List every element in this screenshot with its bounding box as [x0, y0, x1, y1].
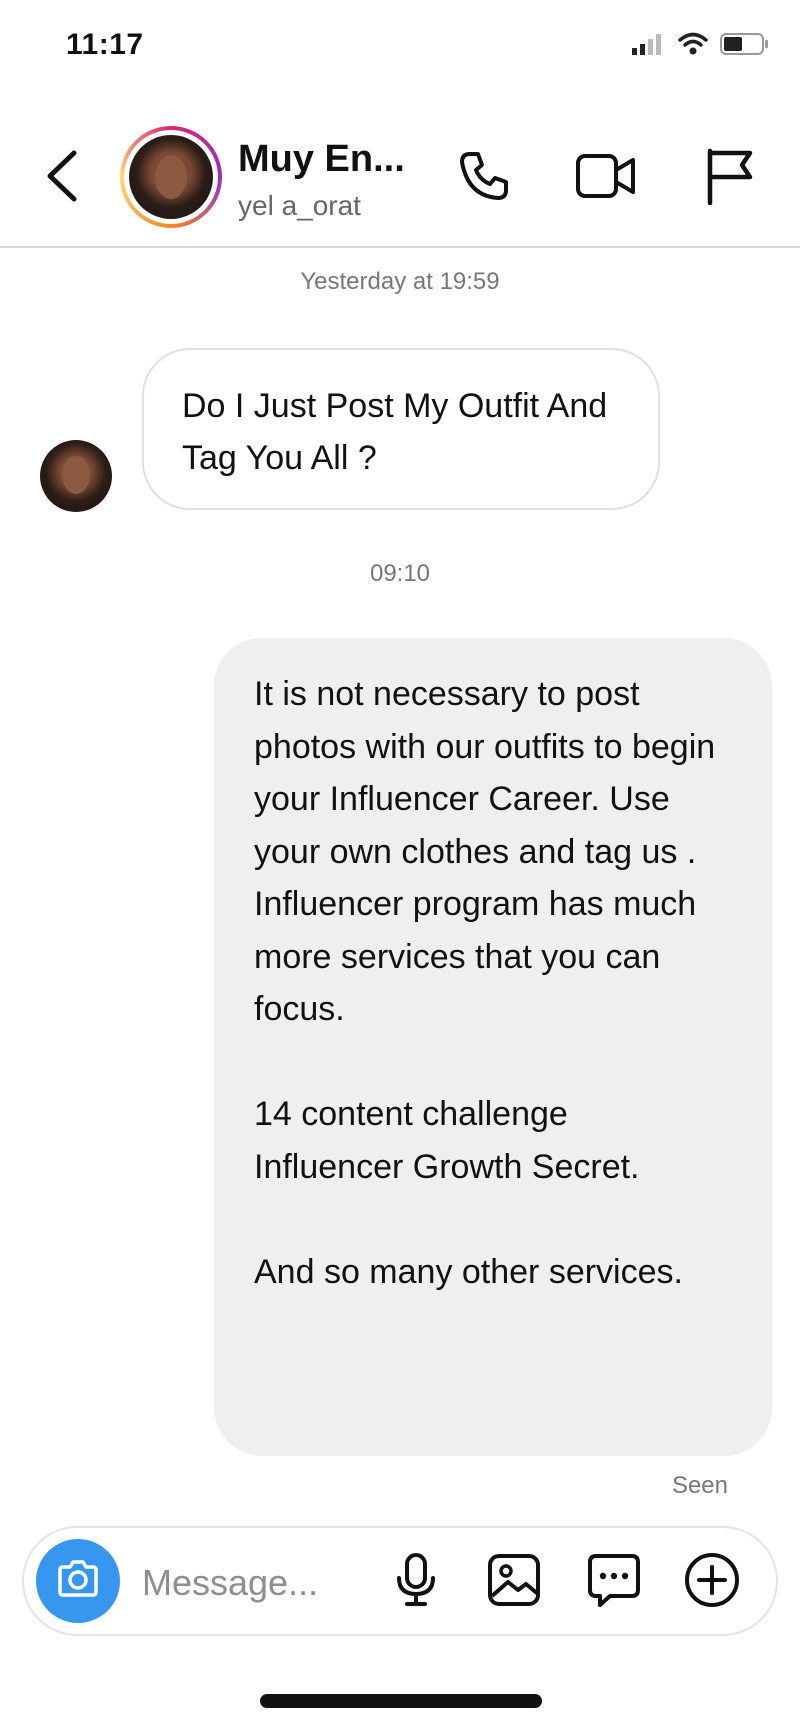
sticker-button[interactable]: [582, 1550, 646, 1614]
avatar-photo: [129, 135, 213, 219]
message-timestamp: Yesterday at 19:59: [300, 268, 500, 295]
video-camera-icon: [575, 150, 637, 207]
battery-icon: [720, 32, 770, 61]
outgoing-message-bubble[interactable]: It is not necessary to post photos with …: [214, 638, 772, 1456]
message-paragraph: 14 content challenge: [254, 1095, 568, 1133]
seen-status: Seen: [671, 1472, 728, 1499]
message-timestamp: 09:10: [369, 560, 431, 587]
contact-username[interactable]: yel a_orat: [238, 190, 361, 222]
message-paragraph: Influencer Growth Secret.: [254, 1147, 640, 1186]
gallery-button[interactable]: [482, 1550, 546, 1614]
chat-header: Muy En... yel a_orat: [0, 110, 800, 248]
flag-icon: [704, 147, 756, 210]
contact-avatar[interactable]: [120, 126, 222, 228]
signal-icon: [632, 33, 666, 60]
report-button[interactable]: [698, 146, 762, 210]
incoming-message-text: Do I Just Post My Outfit And Tag You All…: [182, 387, 608, 477]
camera-icon: [56, 1559, 100, 1603]
status-icons: [632, 32, 770, 61]
microphone-icon: [394, 1552, 438, 1613]
contact-name[interactable]: Muy En...: [238, 138, 405, 181]
phone-icon: [456, 148, 512, 209]
message-paragraph: It is not necessary to post photos with …: [254, 675, 716, 1028]
status-bar: 11:17: [0, 0, 800, 100]
home-indicator[interactable]: [260, 1694, 542, 1708]
more-options-button[interactable]: [680, 1550, 744, 1614]
sender-avatar[interactable]: [40, 440, 112, 512]
message-composer: [22, 1526, 778, 1636]
call-button[interactable]: [452, 146, 516, 210]
video-call-button[interactable]: [574, 146, 638, 210]
back-button[interactable]: [36, 146, 86, 210]
back-icon: [44, 149, 78, 208]
gallery-icon: [486, 1552, 542, 1613]
plus-circle-icon: [683, 1551, 741, 1614]
wifi-icon: [678, 32, 708, 61]
status-time: 11:17: [66, 28, 144, 61]
message-input[interactable]: [140, 1552, 374, 1614]
camera-button[interactable]: [36, 1539, 120, 1623]
voice-message-button[interactable]: [384, 1550, 448, 1614]
sticker-icon: [586, 1552, 642, 1613]
incoming-message-bubble[interactable]: Do I Just Post My Outfit And Tag You All…: [142, 348, 660, 510]
message-paragraph: And so many other services.: [254, 1252, 683, 1291]
